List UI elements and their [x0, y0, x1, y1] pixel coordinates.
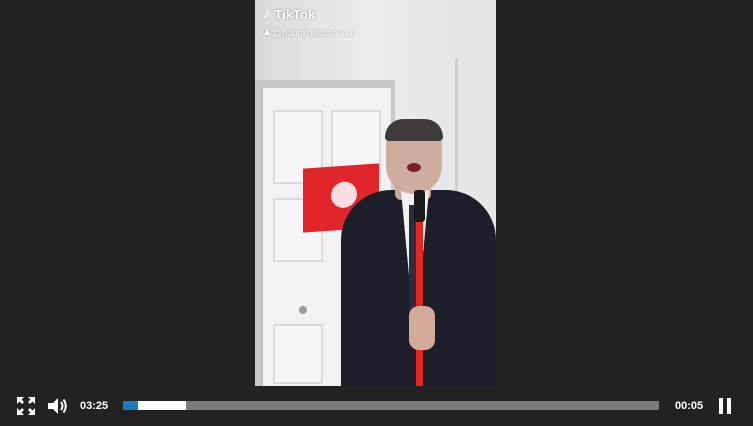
remaining-time: 00:05 [675, 400, 704, 412]
user-icon: ♟ [263, 27, 272, 37]
username-text: @nourelhoudanaoui [273, 27, 355, 38]
video-frame[interactable]: ♪ TikTok ♟ @nourelhoudanaoui [255, 0, 496, 386]
video-controls: 03:25 00:05 [0, 386, 753, 426]
pole-tip [414, 190, 425, 222]
pause-icon [719, 398, 731, 414]
volume-button[interactable] [47, 395, 69, 417]
progress-bar[interactable] [123, 401, 659, 410]
progress-played [123, 401, 138, 410]
fullscreen-button[interactable] [15, 395, 37, 417]
door-knob [299, 306, 307, 314]
pause-button[interactable] [714, 395, 736, 417]
flag-emblem [331, 180, 357, 209]
door-panel [273, 324, 323, 384]
fullscreen-icon [17, 397, 35, 415]
person-mouth [407, 163, 421, 172]
tiktok-watermark: ♪ TikTok [263, 6, 315, 22]
person-hand [409, 306, 435, 350]
tiktok-username: ♟ @nourelhoudanaoui [263, 27, 354, 38]
tiktok-brand-text: TikTok [274, 6, 316, 22]
elapsed-time: 03:25 [80, 400, 109, 412]
volume-icon [48, 398, 67, 414]
tiktok-note-icon: ♪ [263, 5, 271, 22]
person-hair [385, 119, 443, 141]
